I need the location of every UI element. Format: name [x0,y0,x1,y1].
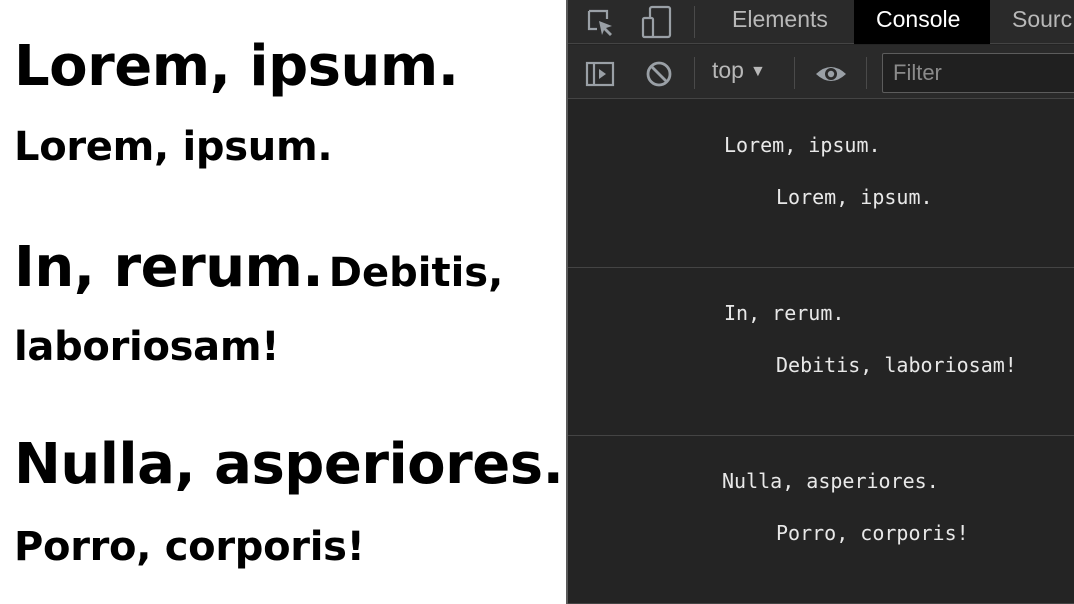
filter-input[interactable] [882,53,1074,93]
context-dropdown-caret-icon: ▼ [749,63,766,80]
console-message: Nulla, asperiores. Porro, corporis! [568,436,1074,604]
toolbar-separator-1 [694,57,695,89]
subheading-1: Lorem, ipsum. [14,124,333,170]
toolbar-separator-2 [794,57,795,89]
context-label: top [712,57,744,83]
console-message-line2: Lorem, ipsum. [776,185,933,209]
subheading-2-part2: laboriosam! [14,324,280,370]
heading-1: Lorem, ipsum. [14,34,459,99]
subheading-3: Porro, corporis! [14,524,365,570]
console-message-line2: Debitis, laboriosam! [776,353,1017,377]
heading-2: In, rerum. [14,235,324,300]
devtools-tab-bar: Elements Console Sourc [568,0,1074,44]
tab-sources[interactable]: Sourc [990,0,1074,44]
console-message: Lorem, ipsum. Lorem, ipsum. [568,100,1074,268]
tab-elements[interactable]: Elements [710,0,850,44]
paragraph-2: In, rerum. Debitis, [14,235,503,300]
tab-bar-separator [694,6,695,38]
devtools-panel: Elements Console Sourc top▼ Lorem, [566,0,1074,604]
context-selector[interactable]: top ▼ [712,57,766,84]
subheading-2-part1: Debitis, [328,250,504,296]
console-message: In, rerum. Debitis, laboriosam! [568,268,1074,436]
toolbar-separator-3 [866,57,867,89]
console-message-line1: Nulla, asperiores. [722,469,939,493]
heading-3: Nulla, asperiores. [14,432,564,497]
inspect-element-icon[interactable] [584,6,616,38]
device-toolbar-icon[interactable] [640,4,674,40]
clear-console-icon[interactable] [644,59,674,89]
sidebar-toggle-icon[interactable] [584,59,616,89]
tab-console[interactable]: Console [854,0,990,44]
console-output: Lorem, ipsum. Lorem, ipsum. In, rerum. D… [568,100,1074,604]
console-message-line1: In, rerum. [724,301,845,325]
live-expression-eye-icon[interactable] [814,58,848,90]
rendered-page: Lorem, ipsum. Lorem, ipsum. In, rerum. D… [0,0,566,604]
console-message-line1: Lorem, ipsum. [724,133,881,157]
console-message-line2: Porro, corporis! [776,521,969,545]
